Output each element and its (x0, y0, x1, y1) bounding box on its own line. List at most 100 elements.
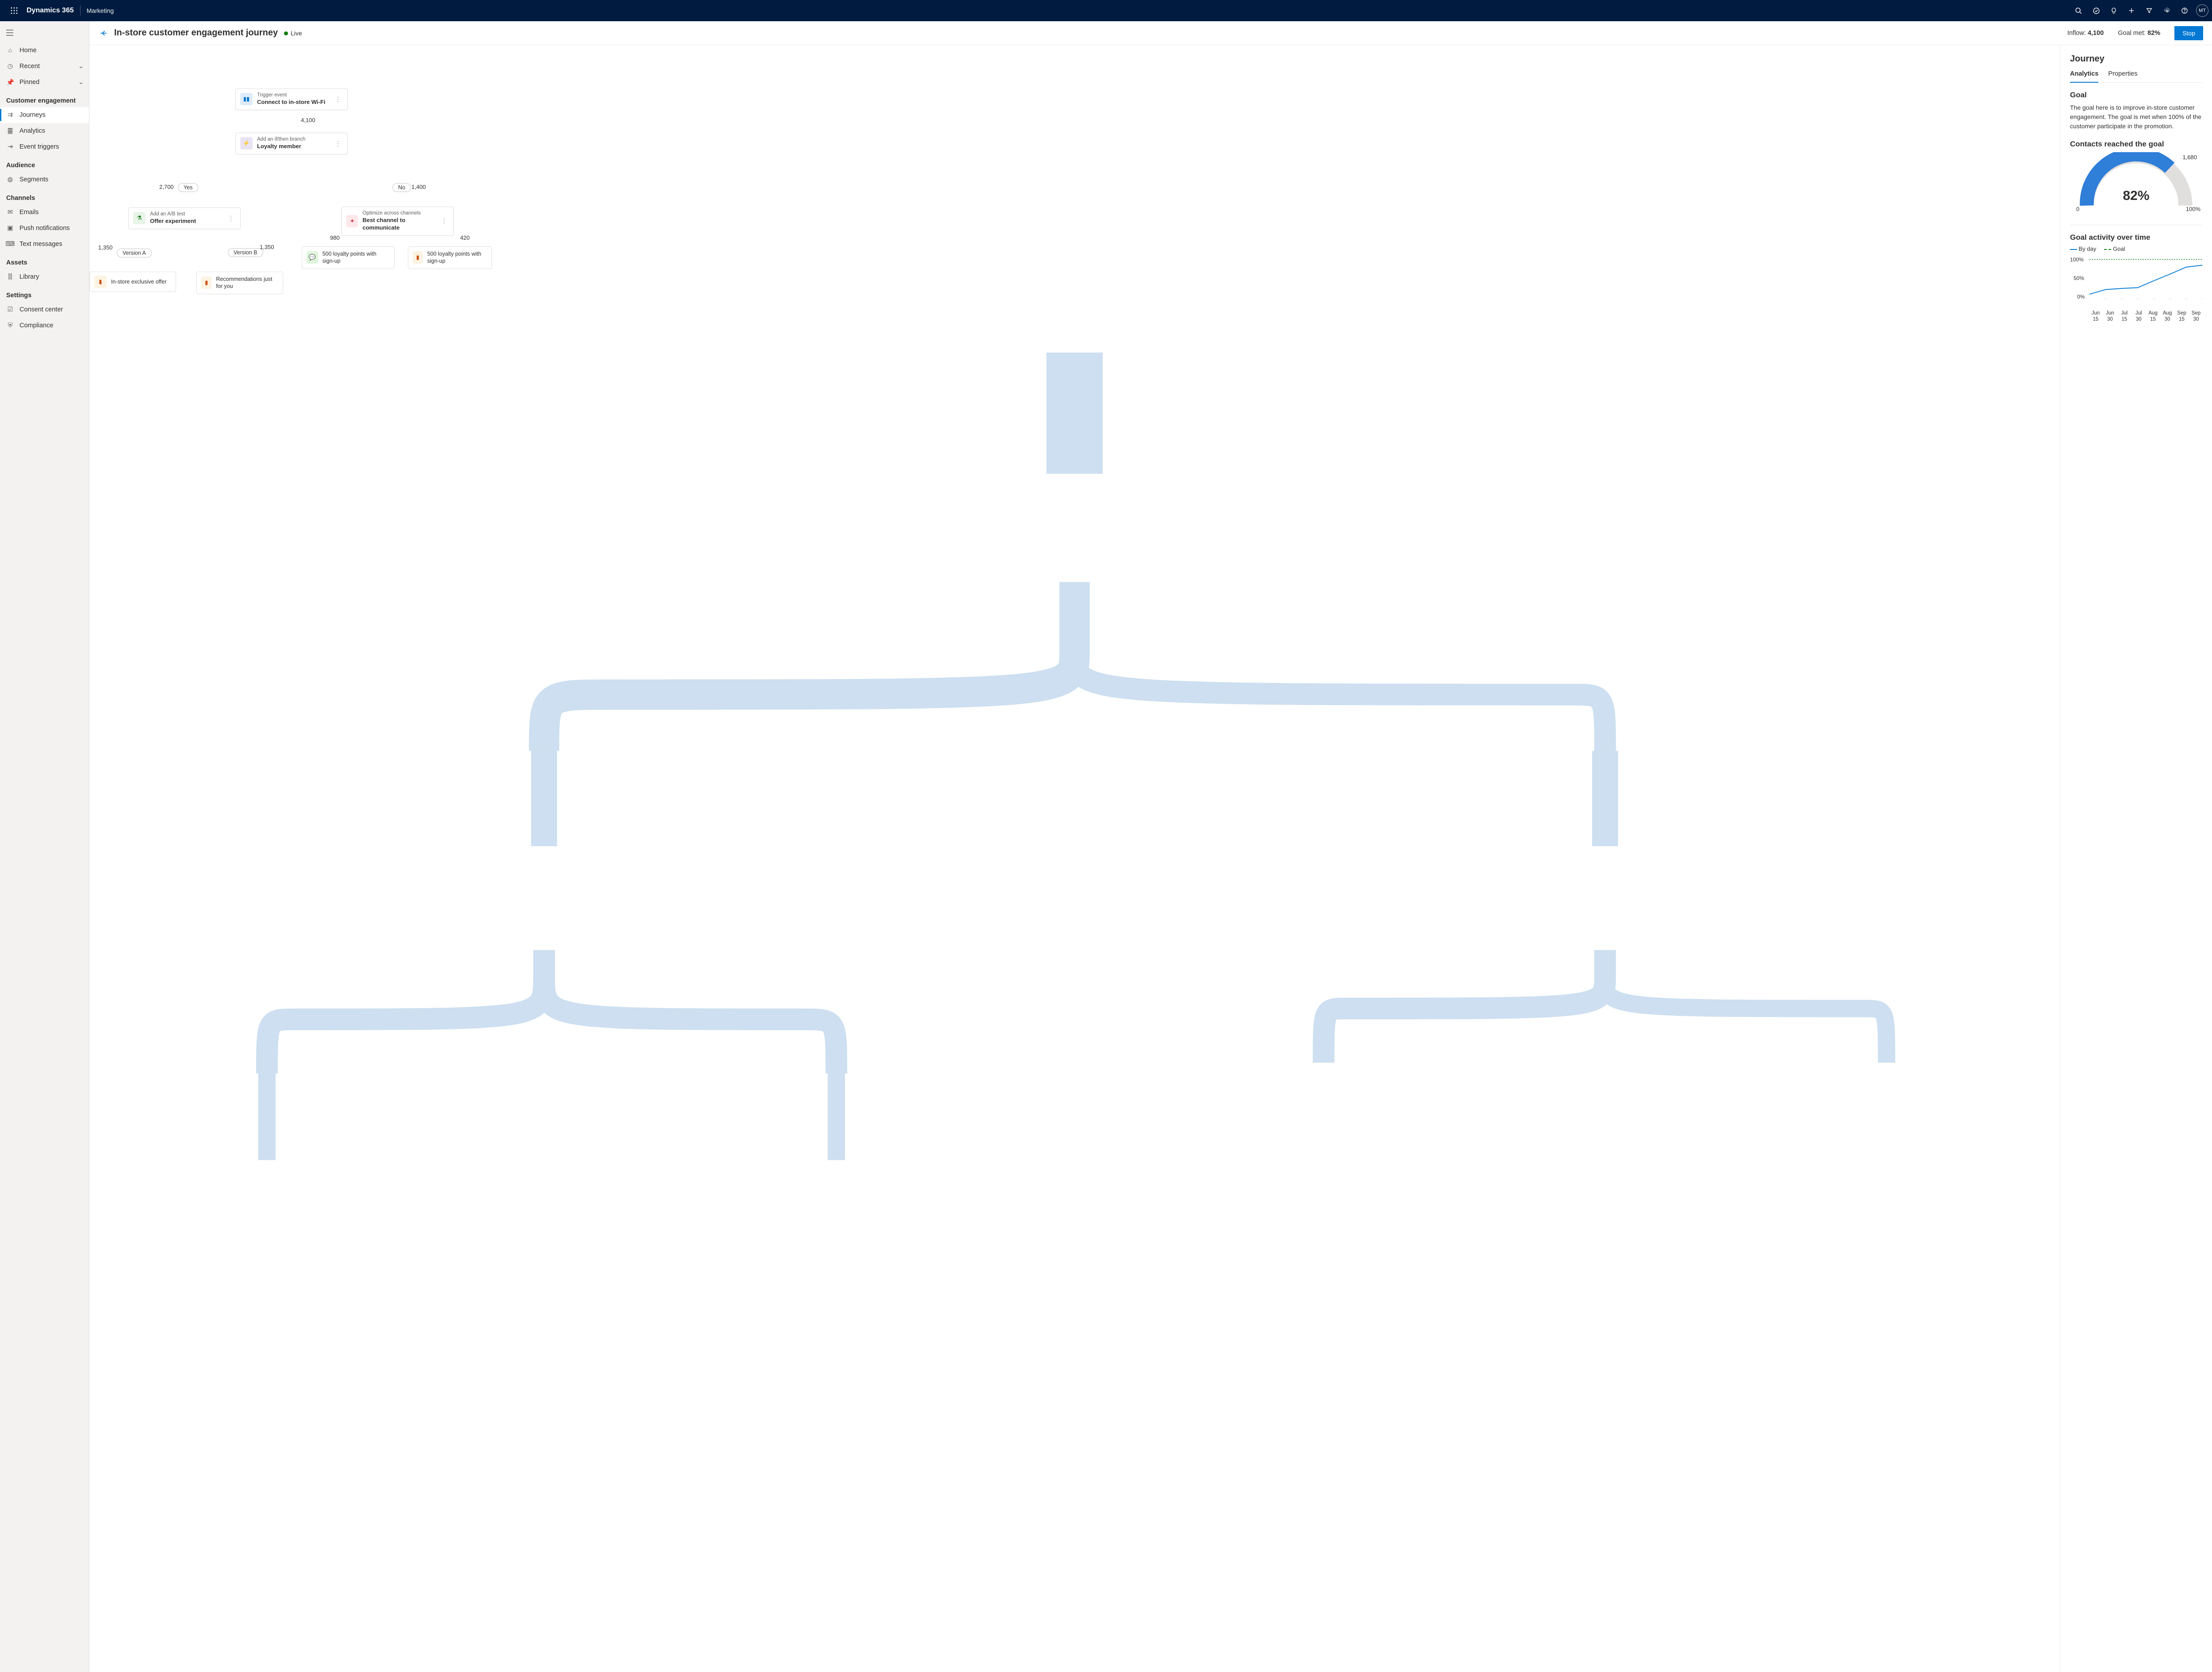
version-b-count: 1,350 (260, 244, 274, 250)
settings-gear-icon[interactable] (2158, 0, 2176, 21)
gauge-min-label: 0 (2076, 206, 2079, 212)
tab-analytics[interactable]: Analytics (2070, 70, 2098, 83)
nav-item-emails[interactable]: ✉Emails (0, 204, 89, 220)
left-nav: ⌂Home◷Recent⌄📌Pinned⌄ Customer engagemen… (0, 21, 89, 1672)
nav-section-heading: Customer engagement (0, 90, 89, 107)
node-more-icon[interactable]: ⋮ (439, 217, 449, 225)
flow-node-branch[interactable]: ⚡ Add an if/then branch Loyalty member ⋮ (235, 133, 348, 154)
nav-item-consent[interactable]: ☑Consent center (0, 302, 89, 318)
help-icon[interactable] (2176, 0, 2193, 21)
nav-item-compliance[interactable]: ⛨Compliance (0, 318, 89, 334)
nav-item-recent[interactable]: ◷Recent⌄ (0, 58, 89, 74)
wifi-event-icon: ▮▮ (240, 93, 253, 105)
flow-connectors (89, 45, 2060, 1604)
version-a-pill[interactable]: Version A (117, 249, 152, 257)
branch-no-pill[interactable]: No (392, 183, 411, 192)
flow-node-ab-test[interactable]: ⚗ Add an A/B test Offer experiment ⋮ (128, 207, 241, 229)
node-more-icon[interactable]: ⋮ (333, 96, 343, 103)
nav-item-home[interactable]: ⌂Home (0, 42, 89, 58)
journey-side-panel: Journey Analytics Properties Goal The go… (2060, 45, 2212, 1672)
flow-node-trigger[interactable]: ▮▮ Trigger event Connect to in-store Wi-… (235, 88, 348, 110)
compliance-icon: ⛨ (6, 322, 14, 329)
filter-icon[interactable] (2140, 0, 2158, 21)
nav-section-heading: Assets (0, 252, 89, 269)
analytics-icon: ䷀ (6, 127, 14, 134)
flow-node-offer-a[interactable]: ▮ In-store exclusive offer (89, 272, 176, 292)
flow-node-loyalty-points-left[interactable]: 💬 500 loyalty points with sign-up (302, 246, 395, 269)
branch-yes-count: 2,700 (159, 184, 174, 190)
gauge-value: 82% (2070, 188, 2202, 203)
goal-met-metric: Goal met: 82% (2118, 30, 2160, 37)
nav-item-text[interactable]: ⌨Text messages (0, 236, 89, 252)
app-topbar: Dynamics 365 Marketing MT (0, 0, 2212, 21)
journeys-icon: ⇉ (6, 111, 14, 119)
branch-no-count: 1,400 (411, 184, 426, 190)
nav-item-push[interactable]: ▣Push notifications (0, 220, 89, 236)
nav-item-journeys[interactable]: ⇉Journeys (0, 107, 89, 123)
nav-item-pinned[interactable]: 📌Pinned⌄ (0, 74, 89, 90)
node-more-icon[interactable]: ⋮ (333, 140, 343, 147)
nav-item-segments[interactable]: ◍Segments (0, 172, 89, 188)
journey-canvas[interactable]: ▮▮ Trigger event Connect to in-store Wi-… (89, 45, 2060, 1672)
segments-icon: ◍ (6, 176, 14, 183)
lightbulb-icon[interactable] (2105, 0, 2123, 21)
nav-section-heading: Audience (0, 155, 89, 172)
nav-item-library[interactable]: ⫿⫿Library (0, 269, 89, 285)
task-check-icon[interactable] (2087, 0, 2105, 21)
ab-test-icon: ⚗ (133, 212, 146, 224)
nav-collapse-toggle[interactable] (0, 23, 89, 42)
gauge-top-label: 1,680 (2182, 154, 2197, 161)
nav-item-analytics[interactable]: ䷀Analytics (0, 123, 89, 139)
back-arrow-icon[interactable] (99, 29, 108, 38)
flow-node-optimize[interactable]: ✦ Optimize across channels Best channel … (342, 207, 454, 236)
emails-icon: ✉ (6, 209, 14, 216)
push-icon: ▣ (6, 225, 14, 232)
goal-gauge: 1,680 82% 0 100% (2070, 152, 2202, 219)
add-icon[interactable] (2123, 0, 2140, 21)
goal-heading: Goal (2070, 91, 2202, 100)
brand-label[interactable]: Dynamics 365 (27, 7, 74, 15)
chart-x-axis: Jun15Jun30Jul15Jul30Aug15Aug30Sep15Sep30 (2089, 311, 2202, 323)
recent-icon: ◷ (6, 63, 14, 70)
goal-activity-chart: 100% 50% 0% Jun15Jun30Jul15Jul30Aug15Aug… (2070, 257, 2202, 323)
user-avatar[interactable]: MT (2196, 4, 2208, 17)
chart-legend: By day Goal (2070, 245, 2202, 252)
home-icon: ⌂ (6, 47, 14, 54)
flow-node-loyalty-points-right[interactable]: ▮ 500 loyalty points with sign-up (408, 246, 492, 269)
branch-icon: ⚡ (240, 137, 253, 150)
live-dot-icon (284, 31, 288, 35)
topbar-divider (80, 5, 81, 16)
optimize-left-count: 980 (330, 234, 340, 241)
chevron-down-icon: ⌄ (78, 79, 84, 86)
library-icon: ⫿⫿ (6, 273, 14, 280)
nav-item-triggers[interactable]: ⇥Event triggers (0, 139, 89, 155)
nav-section-heading: Channels (0, 188, 89, 204)
panel-tabs: Analytics Properties (2070, 70, 2202, 83)
reach-heading: Contacts reached the goal (2070, 140, 2202, 149)
status-label: Live (291, 30, 302, 37)
consent-icon: ☑ (6, 306, 14, 313)
version-a-count: 1,350 (98, 244, 113, 251)
text-icon: ⌨ (6, 241, 14, 248)
activity-heading: Goal activity over time (2070, 233, 2202, 242)
triggers-icon: ⇥ (6, 143, 14, 150)
offer-icon: ▮ (201, 276, 211, 289)
branch-yes-pill[interactable]: Yes (178, 183, 198, 192)
inflow-metric: Inflow: 4,100 (2067, 30, 2104, 37)
tab-properties[interactable]: Properties (2108, 70, 2137, 82)
offer-icon: ▮ (413, 251, 423, 264)
app-launcher-icon[interactable] (4, 7, 25, 14)
flow-count-trigger: 4,100 (301, 117, 315, 123)
nav-section-heading: Settings (0, 285, 89, 302)
area-label[interactable]: Marketing (87, 7, 114, 14)
node-more-icon[interactable]: ⋮ (226, 215, 236, 222)
stop-button[interactable]: Stop (2174, 26, 2203, 40)
flow-node-offer-b[interactable]: ▮ Recommendations just for you (196, 272, 283, 294)
chevron-down-icon: ⌄ (78, 63, 84, 70)
pinned-icon: 📌 (6, 79, 14, 86)
gauge-max-label: 100% (2186, 206, 2200, 212)
search-icon[interactable] (2070, 0, 2087, 21)
version-b-pill[interactable]: Version B (228, 248, 263, 257)
offer-icon: ▮ (94, 276, 107, 288)
chat-icon: 💬 (307, 251, 318, 264)
